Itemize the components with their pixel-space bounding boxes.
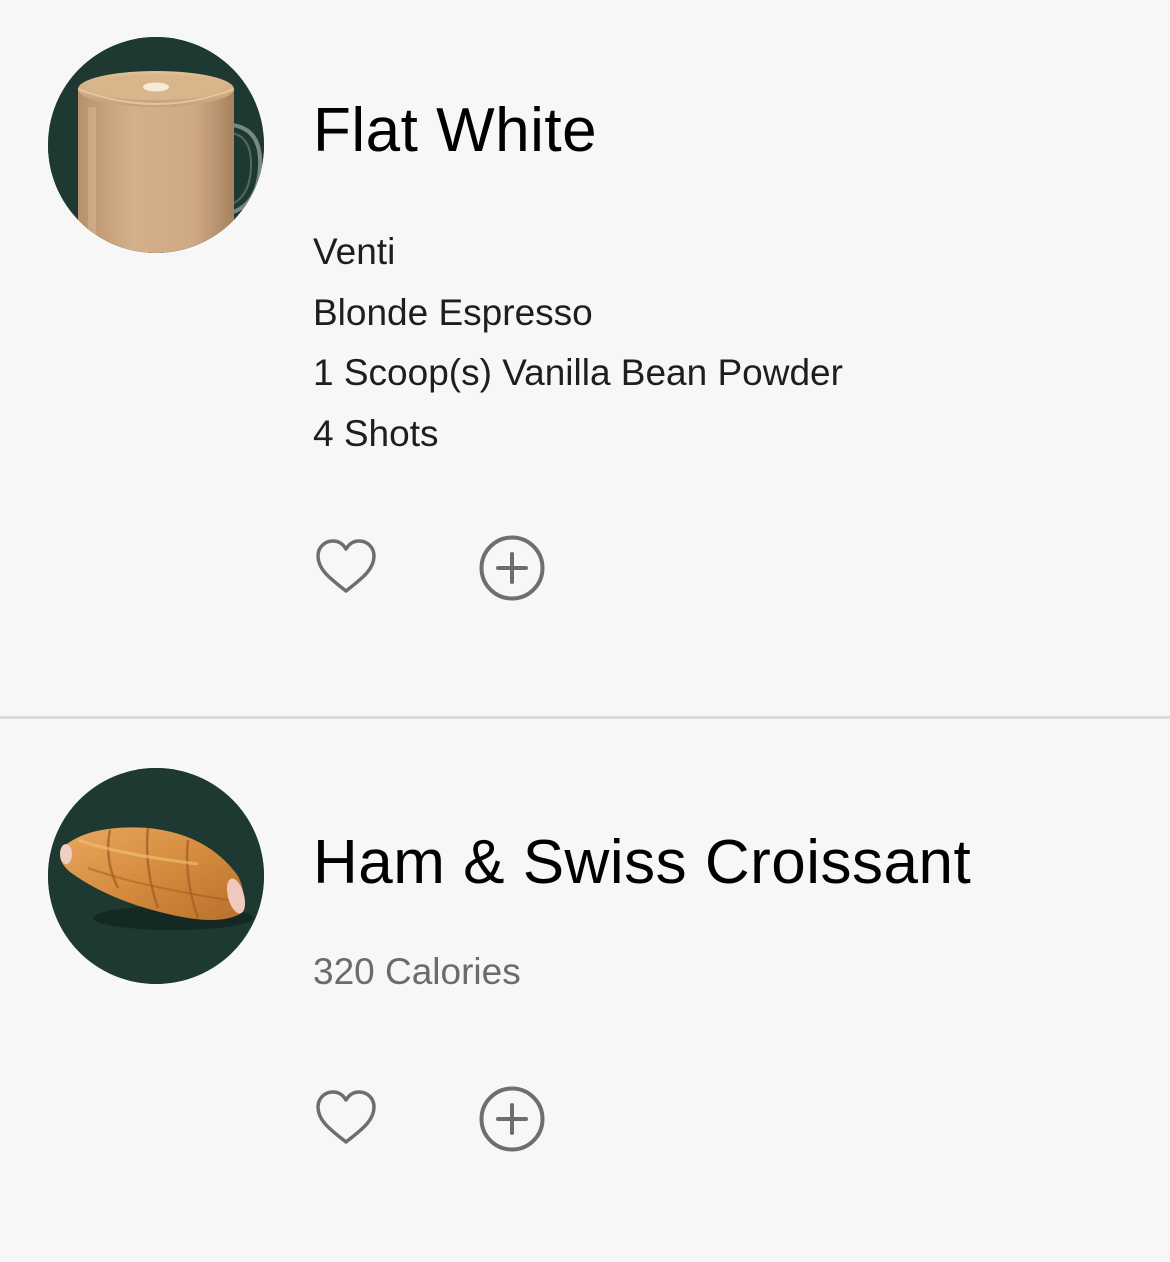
favorite-button[interactable]: [313, 1086, 379, 1152]
add-to-order-button[interactable]: [479, 535, 545, 601]
favorite-button[interactable]: [313, 535, 379, 601]
flat-white-image: [48, 37, 264, 253]
option-espresso: Blonde Espresso: [313, 291, 593, 333]
ham-swiss-croissant-image: [48, 768, 264, 984]
item-calories: 320 Calories: [313, 951, 521, 992]
list-item-ham-swiss-croissant[interactable]: Ham & Swiss Croissant 320 Calories: [0, 719, 1170, 1262]
saved-items-list: Flat White Venti Blonde Espresso 1 Scoop…: [0, 0, 1170, 1262]
heart-outline-icon: [316, 1090, 376, 1144]
option-powder: 1 Scoop(s) Vanilla Bean Powder: [313, 352, 843, 393]
item-name: Ham & Swiss Croissant: [313, 828, 972, 897]
list-item-flat-white[interactable]: Flat White Venti Blonde Espresso 1 Scoop…: [0, 0, 1170, 717]
plus-circle-icon: [479, 1086, 545, 1152]
plus-circle-icon: [479, 535, 545, 601]
option-size: Venti: [313, 231, 396, 272]
item-name: Flat White: [313, 96, 598, 165]
option-shots: 4 Shots: [313, 412, 439, 454]
item-options-list: Venti Blonde Espresso 1 Scoop(s) Vanilla…: [313, 222, 843, 464]
add-to-order-button[interactable]: [479, 1086, 545, 1152]
heart-outline-icon: [316, 539, 376, 593]
